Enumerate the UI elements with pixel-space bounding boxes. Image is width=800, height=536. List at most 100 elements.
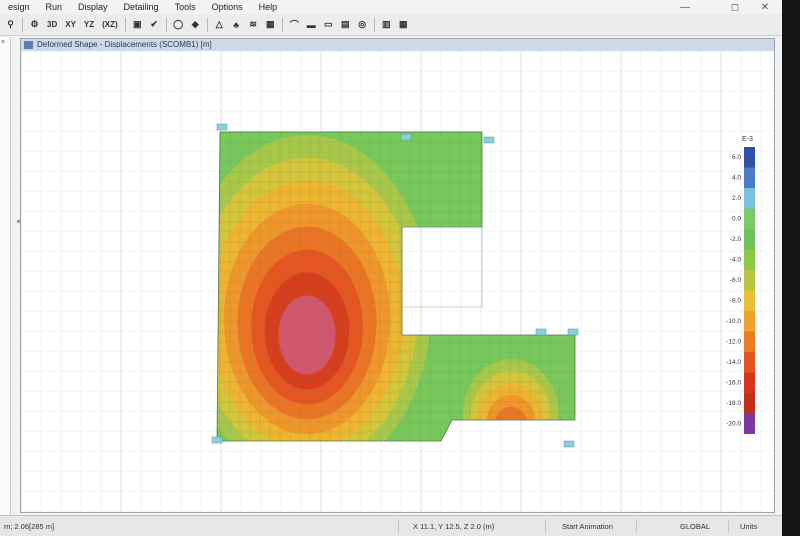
toolbar-separator [206, 17, 208, 32]
maximize-button[interactable]: ◻ [722, 0, 748, 14]
column-stub [211, 436, 223, 444]
menu-options[interactable]: Options [204, 2, 251, 12]
beam-icon[interactable]: ▬ [304, 17, 319, 32]
legend-tick-label: 6.0 [732, 154, 741, 161]
target-icon[interactable]: ◎ [355, 17, 370, 32]
menu-display[interactable]: Display [70, 2, 116, 12]
legend-tick-label: -8.0 [730, 298, 742, 305]
coordinate-system-select[interactable]: GLOBAL [680, 522, 710, 531]
node-icon[interactable]: ◯ [171, 17, 186, 32]
spring-icon[interactable]: ≋ [246, 17, 261, 32]
legend-swatch [744, 352, 755, 373]
contour-ring-main [278, 295, 336, 375]
panel-close-icon[interactable]: × [1, 39, 9, 47]
window-title: Deformed Shape - Displacements (SCOMB1) … [37, 40, 212, 49]
legend-swatch [744, 393, 755, 414]
legend-swatch [744, 147, 755, 168]
legend-tick-label: -16.0 [726, 380, 741, 387]
check-icon[interactable]: ✔ [147, 17, 162, 32]
legend-unit: E-3 [742, 136, 753, 143]
support-icon[interactable]: ♣ [229, 17, 244, 32]
contour-icon[interactable]: ▤ [338, 17, 353, 32]
column-stub [567, 328, 579, 336]
contour-ring-secondary [486, 394, 536, 441]
legend-swatch [744, 290, 755, 311]
view-3d-button[interactable]: 3D [44, 17, 60, 32]
render-icon[interactable]: ▣ [130, 17, 145, 32]
slab-icon[interactable]: ▭ [321, 17, 336, 32]
report-icon[interactable]: ▥ [379, 17, 394, 32]
toolbar: ⚲ ⚙ 3D XY YZ (XZ) ▣ ✔ ◯ ◆ △ ♣ ≋ ▦ ⌒ ▬ ▭ … [0, 14, 782, 36]
legend-swatch [744, 188, 755, 209]
mesh-icon[interactable]: ▦ [263, 17, 278, 32]
load-icon[interactable]: ◆ [188, 17, 203, 32]
model-tree-panel[interactable]: × [0, 37, 11, 515]
status-divider [398, 519, 399, 533]
status-divider [545, 519, 546, 533]
legend-tick-label: -10.0 [726, 318, 741, 325]
toolbar-separator [22, 17, 23, 32]
legend-swatch [744, 167, 755, 188]
legend-tick-label: -2.0 [730, 236, 742, 243]
menu-help[interactable]: Help [251, 2, 286, 12]
close-button[interactable]: ✕ [752, 0, 778, 14]
menu-bar: esign Run Display Detailing Tools Option… [0, 0, 782, 14]
toolbar-separator [373, 17, 375, 32]
legend-tick-label: -12.0 [726, 339, 741, 346]
view-xy-button[interactable]: XY [62, 17, 79, 32]
legend-swatch [744, 311, 755, 332]
view-xz-button[interactable]: (XZ) [99, 17, 121, 32]
legend-tick-label: 0.0 [732, 216, 741, 223]
deformed-icon[interactable]: ⌒ [287, 17, 302, 32]
monitor-bezel [782, 0, 800, 536]
status-left-text: m; 2.06[285 m] [4, 522, 55, 531]
minimize-button[interactable]: — [672, 0, 698, 14]
legend-tick-label: 4.0 [732, 175, 741, 182]
legend-swatch [744, 413, 755, 434]
column-stub [563, 440, 575, 448]
window-title-bar[interactable]: Deformed Shape - Displacements (SCOMB1) … [21, 39, 774, 51]
legend-swatch [744, 229, 755, 250]
column-stub [483, 136, 495, 144]
units-button[interactable]: Units [740, 522, 757, 531]
contour-canvas[interactable]: E-3 6.0 4.0 2.0 0.0 -2.0 -4.0 -6.0 -8.0 -10.0 -12.… [21, 39, 774, 512]
status-bar: m; 2.06[285 m] X 11.1, Y 12.5, Z 2.0 (m)… [0, 515, 782, 536]
legend-swatch [744, 208, 755, 229]
legend-tick-label: 2.0 [732, 195, 741, 202]
status-divider [636, 519, 637, 533]
legend-swatch [744, 270, 755, 291]
window-icon [24, 41, 33, 49]
toolbar-separator [281, 17, 283, 32]
legend-tick-label: -4.0 [730, 257, 742, 264]
column-stub [535, 328, 547, 336]
contour-group [217, 132, 575, 441]
table-icon[interactable]: ▦ [396, 17, 411, 32]
zoom-icon[interactable]: ⚲ [3, 17, 18, 32]
legend-tick-label: -18.0 [726, 400, 741, 407]
contour-ring-secondary [478, 382, 544, 441]
status-divider [728, 519, 729, 533]
legend-tick-label: -20.0 [726, 421, 741, 428]
menu-design[interactable]: esign [0, 2, 38, 12]
menu-run[interactable]: Run [38, 2, 71, 12]
opening-outline [402, 226, 483, 308]
toolbar-separator [124, 17, 126, 32]
legend-swatch [744, 331, 755, 352]
view-yz-button[interactable]: YZ [81, 17, 97, 32]
legend-tick-label: -6.0 [730, 277, 742, 284]
menu-tools[interactable]: Tools [167, 2, 204, 12]
contour-ring-secondary [493, 406, 529, 441]
legend-tick-label: -14.0 [726, 359, 741, 366]
column-stub [400, 133, 412, 141]
menu-detailing[interactable]: Detailing [116, 2, 167, 12]
select-icon[interactable]: ⚙ [27, 17, 42, 32]
status-coordinates: X 11.1, Y 12.5, Z 2.0 (m) [413, 522, 495, 531]
toolbar-separator [165, 17, 167, 32]
screen: esign Run Display Detailing Tools Option… [0, 0, 782, 536]
legend-swatch [744, 372, 755, 393]
start-animation-button[interactable]: Start Animation [562, 522, 613, 531]
triangle-icon[interactable]: △ [212, 17, 227, 32]
legend-swatch [744, 249, 755, 270]
column-stub [216, 123, 228, 131]
deformed-shape-window[interactable]: E-3 6.0 4.0 2.0 0.0 -2.0 -4.0 -6.0 -8.0 -10.0 -12.… [20, 38, 775, 513]
